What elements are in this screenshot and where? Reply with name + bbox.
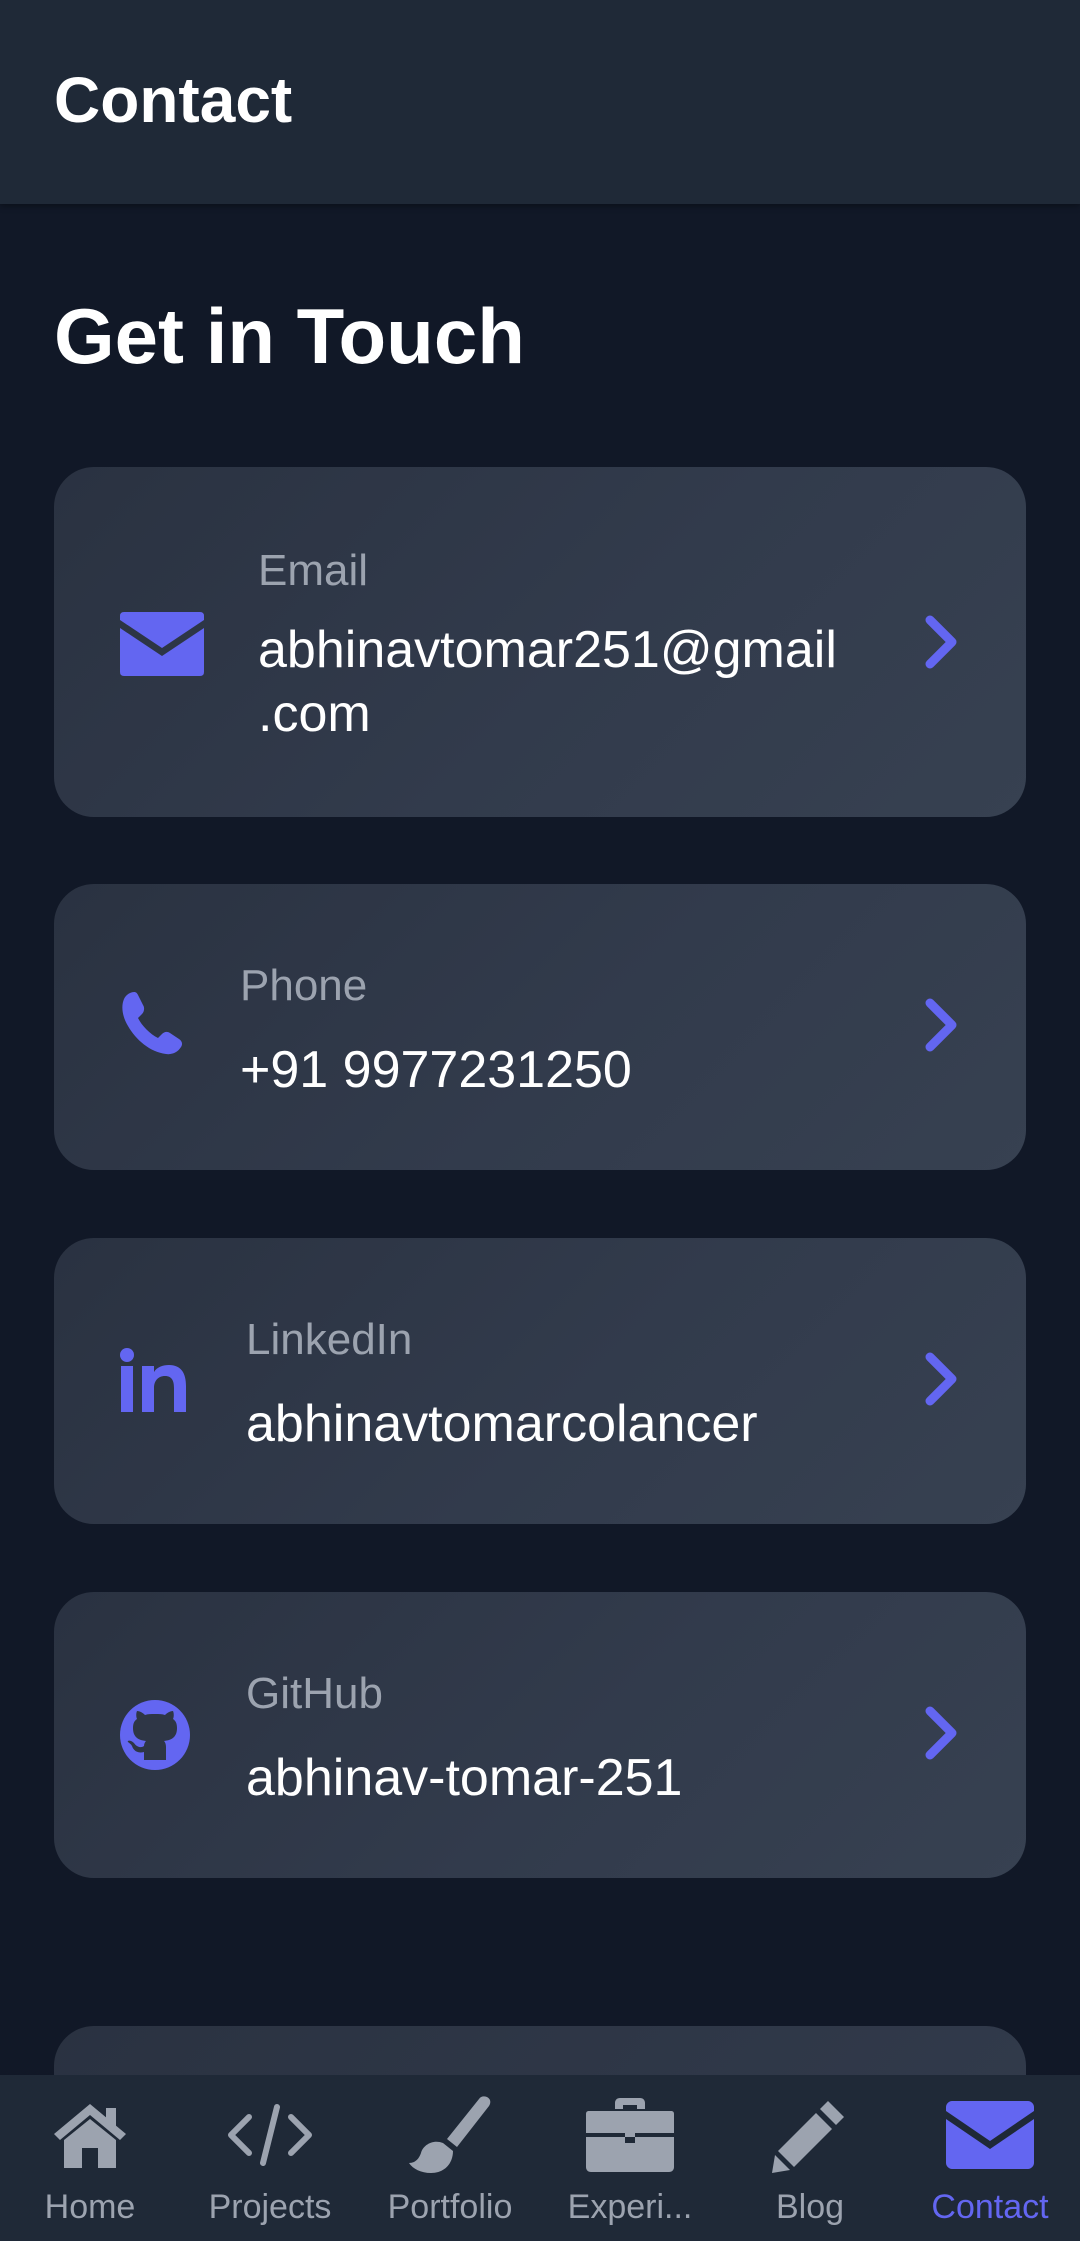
contact-label: Email [258,546,369,595]
nav-item-projects[interactable]: Projects [180,2075,360,2241]
contact-label: Phone [240,961,368,1010]
nav-label: Home [44,2188,136,2226]
contact-card-github[interactable]: GitHub abhinav-tomar-251 [54,1592,1026,1878]
nav-label: Experi... [567,2188,693,2226]
chevron-right-icon [925,615,957,669]
contact-label: GitHub [246,1669,383,1718]
nav-item-blog[interactable]: Blog [720,2075,900,2241]
page-title: Contact [54,64,293,136]
nav-label: Portfolio [387,2188,513,2226]
contact-screen: Contact Get in Touch Email abhinavtomar2… [0,0,1080,2241]
envelope-icon [120,612,204,676]
contact-value: abhinav-tomar-251 [246,1749,683,1807]
contact-card-linkedin[interactable]: LinkedIn abhinavtomarcolancer [54,1238,1026,1524]
contact-label: LinkedIn [246,1315,413,1364]
contact-value: abhinavtomar251@gmail .com [258,618,898,746]
section-title: Get in Touch [54,292,525,380]
contact-value: abhinavtomarcolancer [246,1395,758,1453]
contact-card-email[interactable]: Email abhinavtomar251@gmail .com [54,467,1026,817]
chevron-right-icon [925,998,957,1052]
app-header: Contact [0,0,1080,204]
envelope-icon [942,2093,1038,2177]
nav-item-portfolio[interactable]: Portfolio [360,2075,540,2241]
contact-value-line1: abhinavtomar251@gmail [258,621,837,679]
nav-item-experience[interactable]: Experi... [540,2075,720,2241]
contact-value: +91 9977231250 [240,1041,632,1099]
nav-item-home[interactable]: Home [0,2075,180,2241]
contact-card-phone[interactable]: Phone +91 9977231250 [54,884,1026,1170]
github-icon [120,1700,190,1770]
chevron-right-icon [925,1706,957,1760]
linkedin-icon [120,1348,196,1412]
nav-item-contact[interactable]: Contact [900,2075,1080,2241]
nav-label: Contact [931,2188,1049,2226]
briefcase-icon [582,2093,678,2177]
pencil-icon [762,2093,858,2177]
phone-icon [120,990,186,1056]
nav-label: Projects [208,2188,332,2226]
bottom-navigation: Home Projects Portfolio Experi... Blog C… [0,2075,1080,2241]
paintbrush-icon [402,2093,498,2177]
nav-label: Blog [775,2188,845,2226]
code-icon [222,2093,318,2177]
chevron-right-icon [925,1352,957,1406]
home-icon [42,2093,138,2177]
contact-value-line2: .com [258,685,371,743]
